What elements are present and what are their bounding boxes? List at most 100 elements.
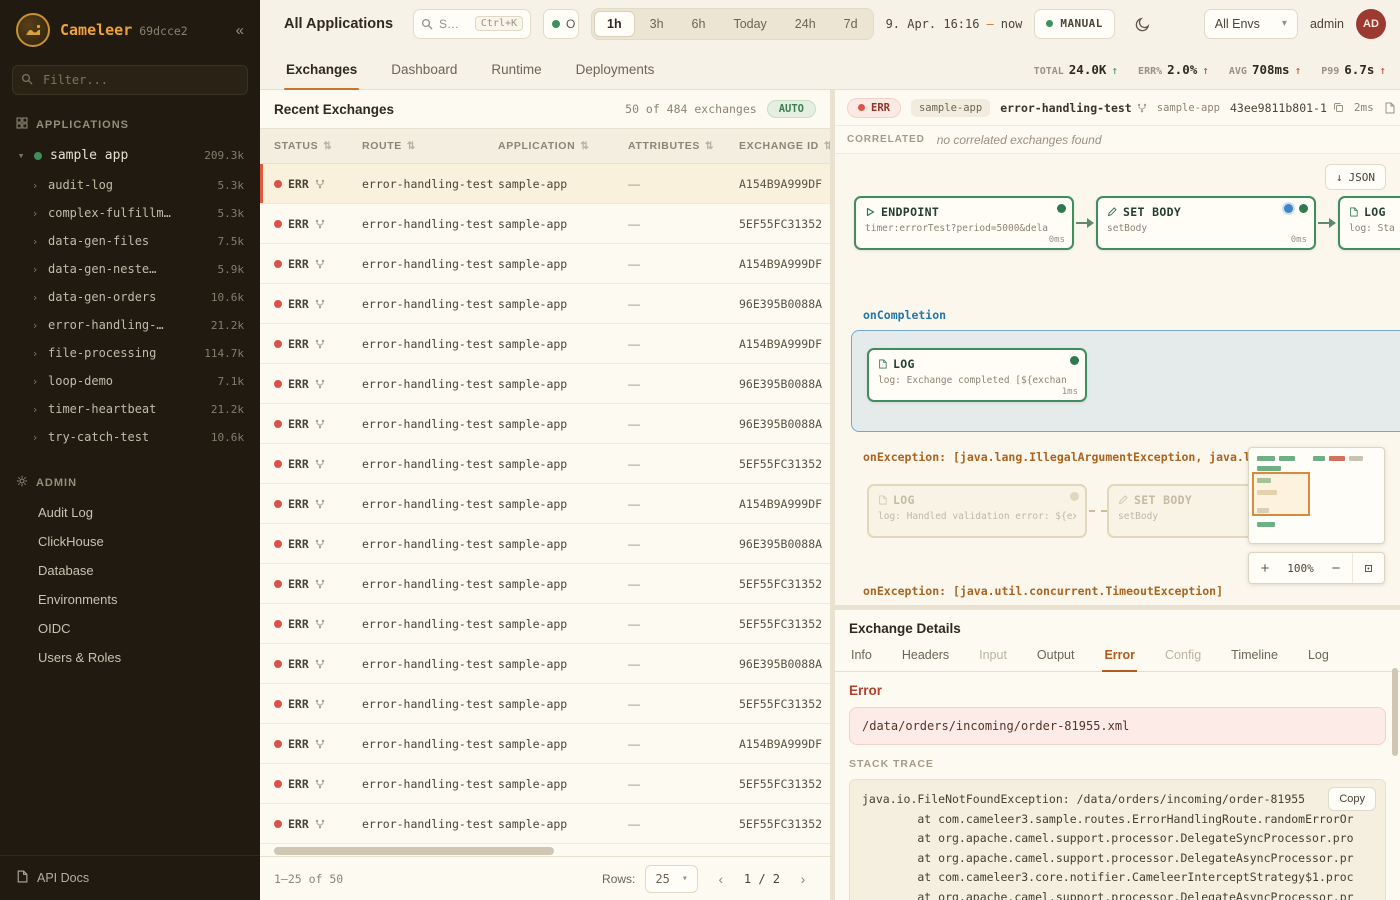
- table-row[interactable]: ERR error-handling-test sample-app — 5EF…: [260, 604, 830, 644]
- sidebar-admin-item[interactable]: Audit Log: [0, 498, 260, 527]
- nav-tab[interactable]: Deployments: [574, 52, 657, 89]
- details-tab[interactable]: Timeline: [1229, 643, 1280, 671]
- route-label: audit-log: [48, 178, 113, 192]
- download-json-button[interactable]: ↓ JSON: [1325, 164, 1386, 190]
- table-row[interactable]: ERR error-handling-test sample-app — 5EF…: [260, 804, 830, 844]
- fork-icon: [315, 779, 325, 789]
- avatar[interactable]: AD: [1356, 9, 1386, 39]
- nav-tab[interactable]: Dashboard: [389, 52, 459, 89]
- sidebar-item-sample-app[interactable]: ▾ sample app 209.3k: [0, 140, 260, 171]
- dark-mode-toggle[interactable]: [1127, 8, 1159, 40]
- details-tab[interactable]: Info: [849, 643, 874, 671]
- date-range[interactable]: 9. Apr. 16:16 – now: [886, 17, 1023, 31]
- sidebar-collapse-button[interactable]: «: [236, 22, 244, 39]
- sidebar-route-item[interactable]: › file-processing 114.7k: [0, 339, 260, 367]
- status-cell: ERR: [274, 657, 362, 671]
- sidebar-route-item[interactable]: › audit-log 5.3k: [0, 171, 260, 199]
- column-header[interactable]: STATUS ⇅: [274, 140, 362, 152]
- diagram-canvas[interactable]: ↓ JSON ENDPOINT timer:errorTest?period=5…: [835, 154, 1400, 605]
- table-row[interactable]: ERR error-handling-test sample-app — 96E…: [260, 524, 830, 564]
- sidebar-route-item[interactable]: › complex-fulfillm… 5.3k: [0, 199, 260, 227]
- column-header[interactable]: EXCHANGE ID ⇅: [739, 140, 830, 152]
- zoom-in-button[interactable]: +: [1249, 560, 1281, 577]
- prev-page-button[interactable]: ‹: [708, 866, 734, 892]
- sidebar-route-item[interactable]: › timer-heartbeat 21.2k: [0, 395, 260, 423]
- table-row[interactable]: ERR error-handling-test sample-app — A15…: [260, 724, 830, 764]
- stat-label: ERR%: [1138, 66, 1162, 77]
- nav-tab[interactable]: Runtime: [489, 52, 543, 89]
- table-row[interactable]: ERR error-handling-test sample-app — A15…: [260, 484, 830, 524]
- details-tab[interactable]: Config: [1163, 643, 1203, 671]
- column-header[interactable]: ATTRIBUTES ⇅: [628, 140, 739, 152]
- sidebar-route-item[interactable]: › data-gen-orders 10.6k: [0, 283, 260, 311]
- node-log-completion[interactable]: LOG log: Exchange completed [${exchan 1m…: [867, 348, 1087, 402]
- time-range-button[interactable]: Today: [720, 11, 779, 37]
- sidebar-route-item[interactable]: › try-catch-test 10.6k: [0, 423, 260, 451]
- table-row[interactable]: ERR error-handling-test sample-app — 5EF…: [260, 684, 830, 724]
- node-title: LOG: [893, 493, 915, 507]
- api-docs-link[interactable]: API Docs: [0, 855, 260, 900]
- time-range-button[interactable]: 1h: [594, 11, 635, 37]
- time-range-button[interactable]: 7d: [831, 11, 871, 37]
- table-row[interactable]: ERR error-handling-test sample-app — 5EF…: [260, 204, 830, 244]
- table-row[interactable]: ERR error-handling-test sample-app — 96E…: [260, 404, 830, 444]
- next-page-button[interactable]: ›: [790, 866, 816, 892]
- table-row[interactable]: ERR error-handling-test sample-app — A15…: [260, 244, 830, 284]
- minimap-viewport[interactable]: [1252, 472, 1310, 516]
- copy-icon[interactable]: [1333, 102, 1344, 113]
- vertical-scrollbar[interactable]: [1392, 668, 1398, 756]
- rows-per-page-select[interactable]: 25 ▾: [645, 865, 697, 893]
- sidebar-admin-item[interactable]: OIDC: [0, 614, 260, 643]
- status-cell: ERR: [274, 777, 362, 791]
- table-row[interactable]: ERR error-handling-test sample-app — A15…: [260, 324, 830, 364]
- nav-tab[interactable]: Exchanges: [284, 52, 359, 89]
- sidebar-filter-input[interactable]: [12, 65, 248, 95]
- sidebar-admin-item[interactable]: ClickHouse: [0, 527, 260, 556]
- minimap[interactable]: [1248, 447, 1385, 544]
- node-log[interactable]: LOG log: Sta: [1338, 196, 1400, 250]
- details-tab[interactable]: Input: [977, 643, 1009, 671]
- sidebar-route-item[interactable]: › error-handling-… 21.2k: [0, 311, 260, 339]
- table-row[interactable]: ERR error-handling-test sample-app — 96E…: [260, 644, 830, 684]
- zoom-out-button[interactable]: −: [1320, 560, 1352, 577]
- table-row[interactable]: ERR error-handling-test sample-app — 5EF…: [260, 764, 830, 804]
- sidebar-admin-item[interactable]: Database: [0, 556, 260, 585]
- stat: TOTAL 24.0K ↑: [1034, 62, 1118, 77]
- live-toggle[interactable]: O: [543, 9, 579, 39]
- node-endpoint[interactable]: ENDPOINT timer:errorTest?period=5000&del…: [854, 196, 1074, 250]
- node-log-exception[interactable]: LOG log: Handled validation error: ${exc…: [867, 484, 1087, 538]
- attributes-cell: —: [628, 217, 739, 231]
- manual-mode-button[interactable]: MANUAL: [1034, 9, 1114, 39]
- exchange-route[interactable]: error-handling-test: [1000, 101, 1147, 115]
- sidebar-route-item[interactable]: › loop-demo 7.1k: [0, 367, 260, 395]
- scrollbar-thumb[interactable]: [274, 847, 554, 855]
- table-row[interactable]: ERR error-handling-test sample-app — A15…: [260, 164, 830, 204]
- environment-select[interactable]: All Envs ▾: [1204, 9, 1298, 39]
- details-tab[interactable]: Output: [1035, 643, 1077, 671]
- details-tab[interactable]: Headers: [900, 643, 951, 671]
- time-range-button[interactable]: 3h: [637, 11, 677, 37]
- sidebar-admin-item[interactable]: Environments: [0, 585, 260, 614]
- correlated-text: no correlated exchanges found: [937, 133, 1102, 147]
- document-icon[interactable]: [1384, 102, 1395, 114]
- column-header[interactable]: APPLICATION ⇅: [498, 140, 628, 152]
- sidebar-admin-item[interactable]: Users & Roles: [0, 643, 260, 672]
- auto-refresh-badge[interactable]: AUTO: [767, 100, 816, 118]
- time-range-button[interactable]: 24h: [782, 11, 829, 37]
- column-header[interactable]: ROUTE ⇅: [362, 140, 498, 152]
- copy-stack-button[interactable]: Copy: [1328, 787, 1376, 811]
- node-subtitle: timer:errorTest?period=5000&dela: [865, 223, 1063, 234]
- trend-arrow-icon: ↑: [1111, 64, 1118, 77]
- table-row[interactable]: ERR error-handling-test sample-app — 96E…: [260, 284, 830, 324]
- time-range-button[interactable]: 6h: [679, 11, 719, 37]
- sidebar-route-item[interactable]: › data-gen-files 7.5k: [0, 227, 260, 255]
- zoom-fit-button[interactable]: [1352, 553, 1384, 583]
- details-tab[interactable]: Error: [1102, 643, 1137, 671]
- table-row[interactable]: ERR error-handling-test sample-app — 96E…: [260, 364, 830, 404]
- node-set-body[interactable]: SET BODY setBody 0ms: [1096, 196, 1316, 250]
- sidebar-route-item[interactable]: › data-gen-neste… 5.9k: [0, 255, 260, 283]
- global-search[interactable]: S… Ctrl+K: [413, 9, 531, 39]
- table-row[interactable]: ERR error-handling-test sample-app — 5EF…: [260, 444, 830, 484]
- table-row[interactable]: ERR error-handling-test sample-app — 5EF…: [260, 564, 830, 604]
- details-tab[interactable]: Log: [1306, 643, 1331, 671]
